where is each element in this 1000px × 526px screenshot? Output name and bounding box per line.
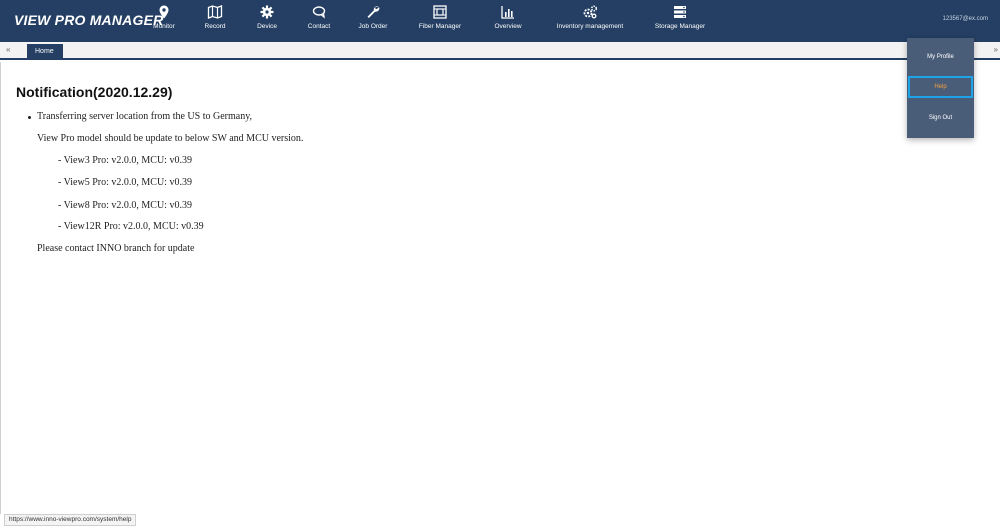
menu-item-help[interactable]: Help: [908, 76, 973, 98]
nav-inventory-management[interactable]: Inventory management: [555, 4, 625, 38]
nav-label: Storage Manager: [654, 23, 706, 30]
nav-label: Record: [204, 23, 226, 30]
nav-fiber-manager[interactable]: Fiber Manager: [418, 4, 462, 38]
gear-icon: [260, 5, 274, 19]
bullet-icon: [28, 116, 31, 119]
nav-label: Inventory management: [556, 23, 624, 30]
nav-label: Job Order: [358, 23, 388, 30]
version-item: - View3 Pro: v2.0.0, MCU: v0.39: [58, 155, 192, 166]
nav-label: Fiber Manager: [418, 23, 462, 30]
nav-job-order[interactable]: Job Order: [358, 4, 388, 38]
nav-record[interactable]: Record: [203, 4, 227, 38]
status-bar-url: https://www.inno-viewpro.com/system/help: [4, 514, 137, 526]
top-navigation-bar: VIEW PRO MANAGER Monitor Record Device C: [0, 0, 1000, 42]
nav-device[interactable]: Device: [255, 4, 279, 38]
map-icon: [207, 5, 223, 19]
nav-label: Overview: [494, 23, 522, 30]
notice-line: Transferring server location from the US…: [37, 111, 253, 122]
bar-chart-icon: [501, 6, 514, 19]
notice-line: Please contact INNO branch for update: [37, 243, 195, 254]
version-item: - View5 Pro: v2.0.0, MCU: v0.39: [58, 177, 192, 188]
menu-item-sign-out[interactable]: Sign Out: [907, 107, 974, 129]
wrench-icon: [367, 6, 380, 18]
user-account-menu[interactable]: 123567@ex.com: [943, 16, 988, 22]
map-pin-icon: [159, 5, 169, 19]
nav-contact[interactable]: Contact: [305, 4, 333, 38]
main-content: Notification(2020.12.29) Transferring se…: [0, 62, 1000, 514]
fiber-icon: [433, 5, 447, 19]
version-item: - View8 Pro: v2.0.0, MCU: v0.39: [58, 200, 192, 211]
nav-storage-manager[interactable]: Storage Manager: [655, 4, 705, 38]
page-title: Notification(2020.12.29): [16, 84, 173, 100]
tab-bar: « Home »: [0, 42, 1000, 60]
nav-label: Monitor: [153, 23, 175, 30]
nav-overview[interactable]: Overview: [493, 4, 523, 38]
tab-scroll-left-icon[interactable]: «: [6, 45, 10, 54]
nav-label: Contact: [307, 23, 331, 30]
tab-scroll-right-icon[interactable]: »: [994, 45, 998, 54]
chat-icon: [312, 6, 326, 19]
notice-line: View Pro model should be update to below…: [37, 133, 304, 144]
version-item: - View12R Pro: v2.0.0, MCU: v0.39: [58, 221, 204, 232]
nav-label: Device: [257, 23, 277, 30]
storage-icon: [674, 6, 686, 18]
nav-monitor[interactable]: Monitor: [152, 4, 176, 38]
user-dropdown-menu: My Profile Help Sign Out: [907, 38, 974, 138]
gears-icon: [583, 5, 598, 19]
brand-logo[interactable]: VIEW PRO MANAGER: [14, 12, 163, 28]
tab-home[interactable]: Home: [27, 44, 63, 60]
menu-item-my-profile[interactable]: My Profile: [907, 46, 974, 68]
